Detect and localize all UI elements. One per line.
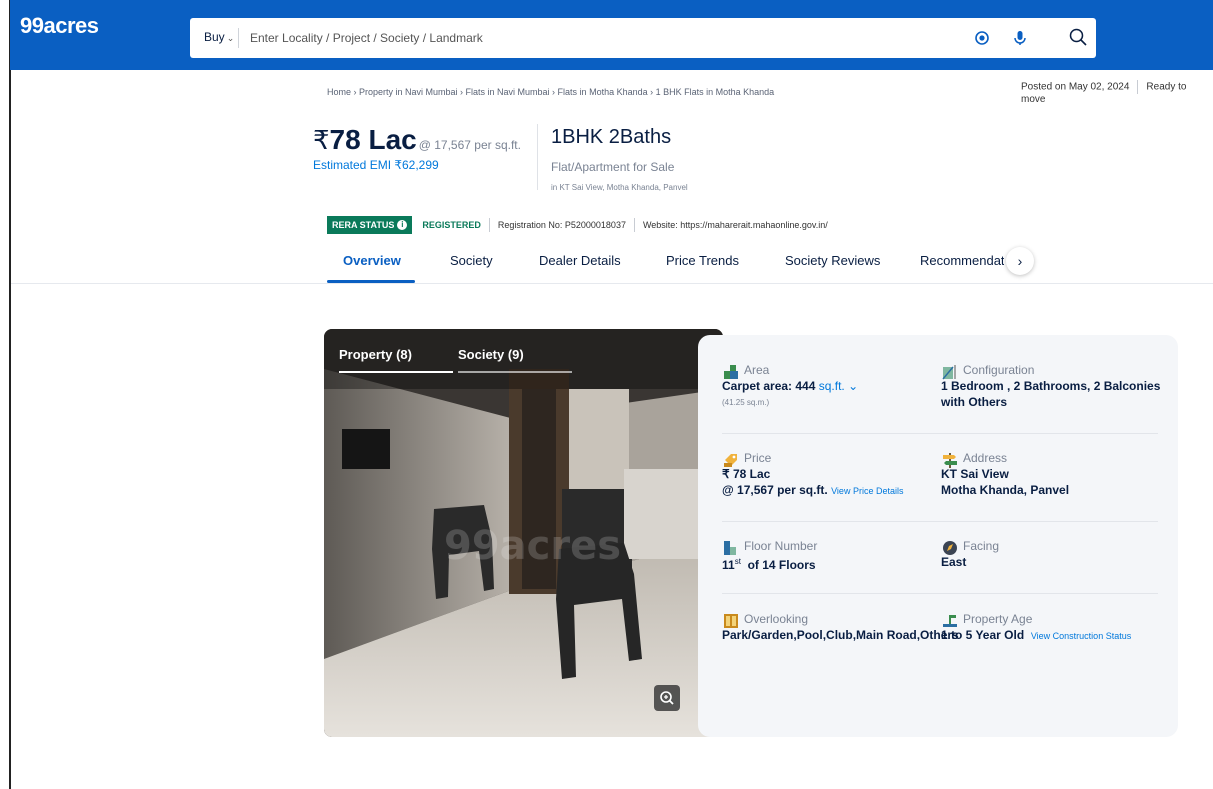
tab-society[interactable]: Society xyxy=(450,253,493,268)
zoom-icon[interactable] xyxy=(654,685,680,711)
overlooking-detail: Overlooking Park/Garden,Pool,Club,Main R… xyxy=(722,612,959,652)
emi-link[interactable]: Estimated EMI ₹62,299 xyxy=(313,158,439,172)
tab-overview[interactable]: Overview xyxy=(343,253,401,268)
chevron-down-icon: ⌄ xyxy=(226,33,235,43)
breadcrumb[interactable]: Home › Property in Navi Mumbai › Flats i… xyxy=(327,87,774,97)
gallery-tab-indicator xyxy=(458,371,572,373)
price-detail: Price ₹ 78 Lac @ 17,567 per sq.ft. View P… xyxy=(722,451,932,506)
search-input[interactable] xyxy=(250,26,950,50)
price-label: Price xyxy=(744,451,772,465)
buy-label: Buy xyxy=(204,30,225,44)
site-logo[interactable]: 99acres xyxy=(20,13,99,39)
rera-registered: REGISTERED xyxy=(422,220,481,230)
tabs-border xyxy=(11,283,1213,284)
property-age-detail: Property Age 1 to 5 Year Old View Constr… xyxy=(941,612,1151,652)
buy-dropdown[interactable]: Buy ⌄ xyxy=(204,30,234,44)
price-amount: 78 Lac xyxy=(329,124,417,155)
registration-number: Registration No: P52000018037 xyxy=(497,220,626,230)
floor-label: Floor Number xyxy=(744,539,818,553)
row-divider xyxy=(722,593,1158,594)
section-tabs: Overview Society Dealer Details Price Tr… xyxy=(327,247,1047,283)
facing-detail: Facing East xyxy=(941,539,1151,579)
search-divider xyxy=(238,28,239,48)
address-value: KT Sai View Motha Khanda, Panvel xyxy=(941,467,1070,497)
tab-price-trends[interactable]: Price Trends xyxy=(666,253,739,268)
view-construction-status-link[interactable]: View Construction Status xyxy=(1031,631,1131,641)
address-label: Address xyxy=(963,451,1008,465)
watermark-text: 99acres xyxy=(444,523,621,569)
chevron-right-icon[interactable]: › xyxy=(1006,247,1034,275)
property-type: Flat/Apartment for Sale xyxy=(551,160,675,174)
rera-bar: RERA STATUS i REGISTERED Registration No:… xyxy=(327,216,836,234)
divider xyxy=(488,218,490,232)
top-header: 99acres Buy ⌄ xyxy=(10,0,1213,70)
tab-dealer-details[interactable]: Dealer Details xyxy=(539,253,621,268)
overlooking-value: Park/Garden,Pool,Club,Main Road,Others xyxy=(722,628,959,642)
price-per-sqft: @ 17,567 per sq.ft. xyxy=(418,138,521,152)
tab-property-photos[interactable]: Property (8) xyxy=(339,347,412,362)
floor-detail: Floor Number 11st of 14 Floors xyxy=(722,539,932,579)
divider xyxy=(633,218,635,232)
location-target-icon[interactable] xyxy=(972,28,992,48)
property-age-value: 1 to 5 Year Old View Construction Status xyxy=(941,628,1132,642)
area-sqm: (41.25 sq.m.) xyxy=(722,398,770,407)
rera-status-label: RERA STATUS xyxy=(332,220,395,230)
property-location: in KT Sai View, Motha Khanda, Panvel xyxy=(551,183,688,192)
rupee-symbol: ₹ xyxy=(313,125,330,155)
row-divider xyxy=(722,433,1158,434)
divider xyxy=(1137,80,1139,94)
info-icon[interactable]: i xyxy=(397,220,408,230)
view-price-details-link[interactable]: View Price Details xyxy=(831,486,903,496)
posted-info: Posted on May 02, 2024 Ready to move xyxy=(1021,80,1213,105)
area-unit-dropdown[interactable]: sq.ft. ⌄ xyxy=(819,379,858,393)
rera-website: Website: https://maharerait.mahaonline.g… xyxy=(642,220,828,230)
property-age-label: Property Age xyxy=(963,612,1033,626)
address-detail: Address KT Sai View Motha Khanda, Panvel xyxy=(941,451,1151,506)
tab-society-photos[interactable]: Society (9) xyxy=(458,347,524,362)
search-bar: Buy ⌄ xyxy=(190,18,1096,58)
area-label: Area xyxy=(744,363,770,377)
page-title: 1BHK 2Baths xyxy=(551,126,672,148)
microphone-icon[interactable] xyxy=(1010,28,1030,48)
area-value: Carpet area: 444 sq.ft. ⌄ xyxy=(722,379,859,393)
tab-recommendations[interactable]: Recommendatic xyxy=(920,253,1004,268)
property-photo[interactable]: 99acres xyxy=(324,329,723,737)
photo-gallery[interactable]: 99acres Property (8) Society (9) xyxy=(324,329,723,737)
row-divider xyxy=(722,521,1158,522)
configuration-detail: Configuration 1 Bedroom , 2 Bathrooms, 2… xyxy=(941,363,1160,413)
price-block: ₹78 Lac @ 17,567 per sq.ft. xyxy=(313,124,521,156)
header-divider xyxy=(537,124,538,190)
posted-date: Posted on May 02, 2024 xyxy=(1021,81,1130,93)
search-icon[interactable] xyxy=(1068,27,1088,47)
rera-status-badge[interactable]: RERA STATUS i xyxy=(327,216,413,234)
configuration-value: 1 Bedroom , 2 Bathrooms, 2 Balconies with… xyxy=(941,379,1161,409)
facing-value: East xyxy=(941,555,967,569)
overlooking-label: Overlooking xyxy=(744,612,809,626)
floor-value: 11st of 14 Floors xyxy=(722,557,816,572)
facing-label: Facing xyxy=(963,539,1000,553)
tab-society-reviews[interactable]: Society Reviews xyxy=(785,253,880,268)
configuration-label: Configuration xyxy=(963,363,1035,377)
area-detail: Area Carpet area: 444 sq.ft. ⌄ (41.25 sq… xyxy=(722,363,932,413)
price-value: ₹ 78 Lac @ 17,567 per sq.ft. View Price D… xyxy=(722,467,904,497)
property-details-card: Area Carpet area: 444 sq.ft. ⌄ (41.25 sq… xyxy=(698,335,1178,737)
page-left-border xyxy=(9,0,11,789)
active-gallery-tab-indicator xyxy=(339,371,453,373)
